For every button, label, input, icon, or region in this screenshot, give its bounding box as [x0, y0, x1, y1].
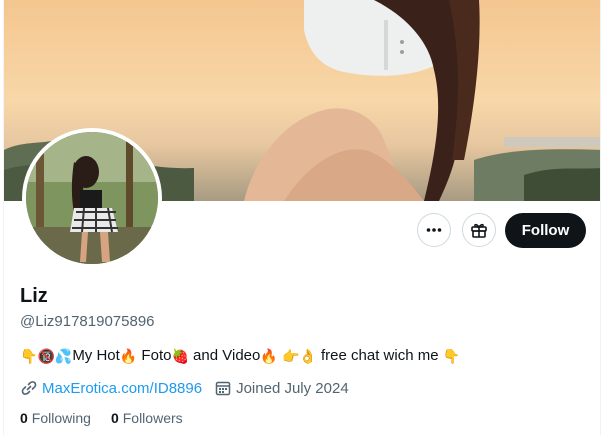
fire-icon: 🔥: [260, 347, 278, 364]
follow-button[interactable]: Follow: [505, 213, 586, 248]
bio-text: and Video: [188, 347, 261, 364]
link-icon: [21, 381, 37, 395]
fire-icon: 🔥: [119, 347, 138, 364]
following-count: 0: [20, 410, 28, 426]
pointing-down-icon: 👇: [442, 347, 461, 364]
profile-joined-date: Joined July 2024: [236, 379, 349, 397]
profile-meta: MaxErotica.com/ID8896 Joined July 2024: [20, 379, 349, 397]
followers-link[interactable]: 0 Followers: [111, 410, 183, 426]
more-button[interactable]: [417, 213, 451, 247]
followers-count: 0: [110, 410, 119, 426]
pointing-down-icon: 👇: [20, 347, 38, 364]
more-icon: [426, 228, 442, 232]
profile-page: Follow Liz @Liz917819075896 👇 🔞 💦 My Hot 🔥 F…: [3, 0, 601, 435]
ok-hand-icon: 👌: [299, 347, 317, 364]
pointing-right-icon: 👉: [281, 347, 300, 364]
bio-text: Foto: [137, 347, 172, 364]
profile-website-link[interactable]: MaxErotica.com/ID8896: [42, 380, 202, 397]
profile-bio: 👇 🔞 💦 My Hot 🔥 Foto 🍓 and Video 🔥 👉 👌 free chat…: [20, 347, 460, 364]
bio-text: My Hot: [72, 347, 120, 364]
profile-name: Liz: [20, 285, 48, 307]
bio-text: free chat wich me: [316, 347, 443, 364]
profile-counts: 0 Following 0 Followers: [20, 410, 203, 426]
avatar-image: [26, 132, 158, 264]
profile-avatar[interactable]: [22, 128, 162, 268]
following-label: Following: [31, 410, 91, 426]
gift-button[interactable]: [462, 213, 496, 247]
gift-icon: [471, 223, 487, 238]
strawberry-icon: 🍓: [171, 347, 189, 364]
profile-handle: @Liz917819075896: [20, 313, 155, 330]
no-under-18-icon: 🔞: [37, 347, 55, 364]
following-link[interactable]: 0 Following: [20, 410, 91, 426]
followers-label: Followers: [122, 410, 183, 426]
sweat-droplets-icon: 💦: [54, 347, 73, 364]
calendar-icon: [215, 381, 231, 396]
